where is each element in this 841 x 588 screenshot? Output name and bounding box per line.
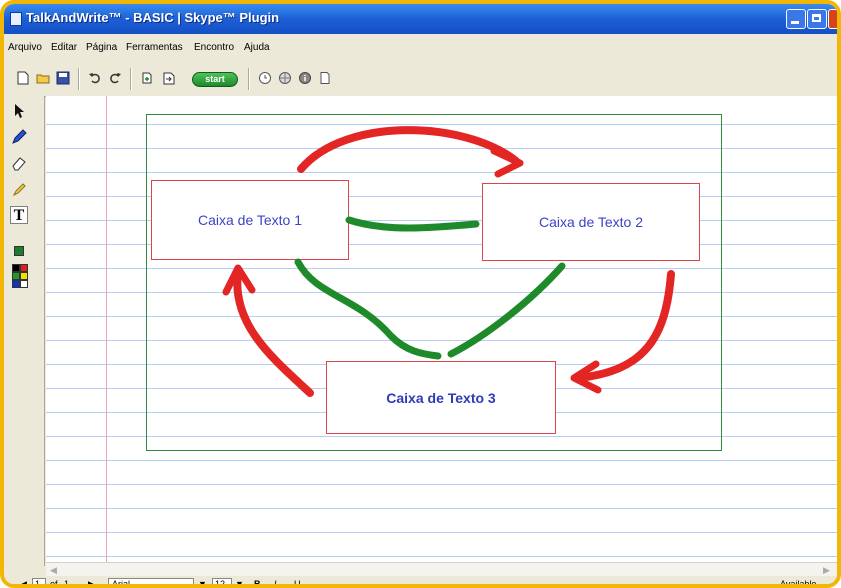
- tool-palette: T: [4, 96, 45, 566]
- red-arrowhead: [490, 147, 524, 178]
- font-dropdown-icon[interactable]: ▼: [198, 579, 207, 584]
- freehand-strokes: [222, 126, 675, 397]
- color-swatch-yellow[interactable]: [20, 272, 28, 280]
- menu-editar[interactable]: Editar: [51, 42, 77, 53]
- prev-page-icon[interactable]: ◀: [20, 579, 27, 584]
- marker-icon[interactable]: [10, 180, 28, 198]
- toolbar-separator: [248, 68, 250, 90]
- clock-icon[interactable]: [258, 71, 272, 85]
- open-folder-icon[interactable]: [36, 71, 50, 85]
- status-bar: ◀ 1 of 1 ▶ Arial ▼ 12 ▼ B I U Available: [4, 576, 837, 588]
- close-button[interactable]: [828, 9, 837, 29]
- red-arrow-1-to-2: [297, 126, 520, 173]
- color-swatch-blue[interactable]: [12, 280, 20, 288]
- italic-button[interactable]: I: [274, 579, 277, 584]
- page-of-label: of: [50, 579, 58, 588]
- color-swatch-white[interactable]: [20, 280, 28, 288]
- info-icon[interactable]: [298, 71, 312, 85]
- toolbar-separator: [78, 68, 80, 90]
- maximize-button[interactable]: [807, 9, 827, 29]
- menu-bar: Arquivo Editar Página Ferramentas Encont…: [4, 34, 837, 62]
- menu-pagina[interactable]: Página: [86, 42, 117, 53]
- menu-encontro[interactable]: Encontro: [194, 42, 234, 53]
- start-button[interactable]: start: [192, 72, 238, 87]
- scroll-left-icon[interactable]: ◀: [50, 565, 60, 575]
- toolbar: start: [4, 62, 837, 97]
- text-icon[interactable]: T: [10, 206, 28, 224]
- pointer-icon[interactable]: [10, 102, 28, 120]
- font-name: Arial: [112, 579, 131, 588]
- toolbar-separator: [130, 68, 132, 90]
- whiteboard-canvas[interactable]: Caixa de Texto 1 Caixa de Texto 2 Caixa …: [46, 96, 837, 562]
- status-text: Available: [780, 579, 817, 588]
- app-icon: [10, 12, 22, 26]
- page-total: 1: [64, 579, 70, 588]
- pen-icon[interactable]: [10, 128, 28, 146]
- horizontal-scrollbar[interactable]: ◀ ▶: [46, 562, 837, 577]
- green-stroke-2-3: [447, 262, 566, 358]
- size-dropdown-icon[interactable]: ▼: [235, 579, 244, 584]
- undo-icon[interactable]: [88, 71, 102, 85]
- red-arrow-2-to-3: [574, 270, 675, 382]
- color-swatch-red[interactable]: [20, 264, 28, 272]
- underline-button[interactable]: U: [294, 579, 301, 584]
- page-icon[interactable]: [318, 71, 332, 85]
- new-page-icon[interactable]: [16, 71, 30, 85]
- page-current: 1: [35, 579, 41, 588]
- app-window: TalkAndWrite™ - BASIC | Skype™ Plugin Ar…: [0, 0, 841, 588]
- globe-icon[interactable]: [278, 71, 292, 85]
- color-swatch-green[interactable]: [12, 272, 20, 280]
- scroll-right-icon[interactable]: ▶: [823, 565, 833, 575]
- green-stroke-1-2: [345, 216, 480, 232]
- window-title: TalkAndWrite™ - BASIC | Skype™ Plugin: [26, 10, 280, 25]
- next-page-icon[interactable]: ▶: [88, 579, 95, 584]
- menu-ajuda[interactable]: Ajuda: [244, 42, 270, 53]
- redo-icon[interactable]: [108, 71, 122, 85]
- menu-ferramentas[interactable]: Ferramentas: [126, 42, 183, 53]
- menu-arquivo[interactable]: Arquivo: [8, 42, 42, 53]
- color-swatch-black[interactable]: [12, 264, 20, 272]
- insert-page-icon[interactable]: [140, 71, 154, 85]
- title-bar[interactable]: TalkAndWrite™ - BASIC | Skype™ Plugin: [4, 4, 837, 34]
- font-size: 12: [215, 579, 226, 588]
- green-stroke-1-3: [294, 258, 442, 360]
- current-color-swatch[interactable]: [14, 246, 24, 256]
- eraser-icon[interactable]: [10, 154, 28, 172]
- save-icon[interactable]: [56, 71, 70, 85]
- import-icon[interactable]: [162, 71, 176, 85]
- bold-button[interactable]: B: [254, 579, 261, 584]
- minimize-button[interactable]: [786, 9, 806, 29]
